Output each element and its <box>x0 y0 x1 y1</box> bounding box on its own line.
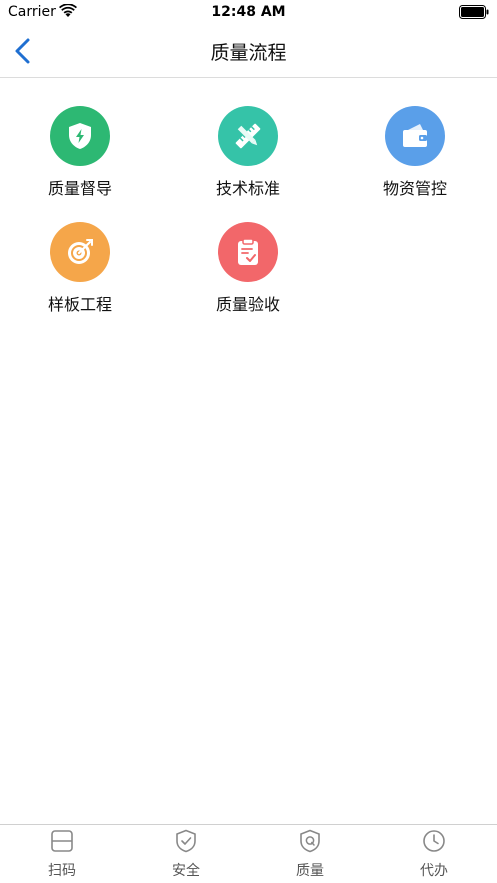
tab-quality[interactable]: 质量 <box>248 825 372 883</box>
menu-icon-circle <box>50 106 110 166</box>
menu-label: 样板工程 <box>47 295 112 314</box>
menu-item-quality-acceptance[interactable]: 质量验收 <box>188 216 308 316</box>
navigation-bar: 质量流程 <box>0 26 497 78</box>
tab-scan[interactable]: 扫码 <box>0 825 124 883</box>
page-title: 质量流程 <box>210 42 287 64</box>
shield-check-icon <box>176 829 196 853</box>
shield-bolt-icon <box>69 123 91 149</box>
scan-icon <box>51 830 73 852</box>
tab-label: 扫码 <box>48 863 76 879</box>
tab-label: 代办 <box>420 863 448 879</box>
battery-icon <box>459 5 489 19</box>
tab-todo[interactable]: 代办 <box>372 825 496 883</box>
clock-icon <box>423 830 445 852</box>
tab-bar: 扫码 安全 质量 代办 <box>0 824 497 883</box>
tab-label: 安全 <box>172 863 200 879</box>
menu-label: 物资管控 <box>382 179 447 198</box>
target-icon <box>68 239 93 264</box>
menu-item-quality-supervision[interactable]: 质量督导 <box>20 100 140 200</box>
menu-item-sample-project[interactable]: 样板工程 <box>20 216 140 316</box>
clipboard-check-icon <box>238 238 258 265</box>
tab-label: 质量 <box>296 863 324 879</box>
wallet-icon <box>403 124 427 147</box>
menu-icon-circle <box>218 106 278 166</box>
status-time: 12:48 AM <box>211 4 286 20</box>
menu-icon-circle <box>385 106 445 166</box>
menu-label: 质量验收 <box>215 295 280 314</box>
tab-safety[interactable]: 安全 <box>124 825 248 883</box>
menu-item-material-control[interactable]: 物资管控 <box>355 100 475 200</box>
status-bar: Carrier 12:48 AM <box>0 0 497 26</box>
menu-icon-circle <box>50 222 110 282</box>
quality-shield-icon <box>300 829 320 853</box>
ruler-pencil-icon <box>235 123 261 149</box>
menu-icon-circle <box>218 222 278 282</box>
menu-item-technical-standards[interactable]: 技术标准 <box>188 100 308 200</box>
menu-label: 质量督导 <box>47 179 112 198</box>
menu-label: 技术标准 <box>215 179 280 198</box>
